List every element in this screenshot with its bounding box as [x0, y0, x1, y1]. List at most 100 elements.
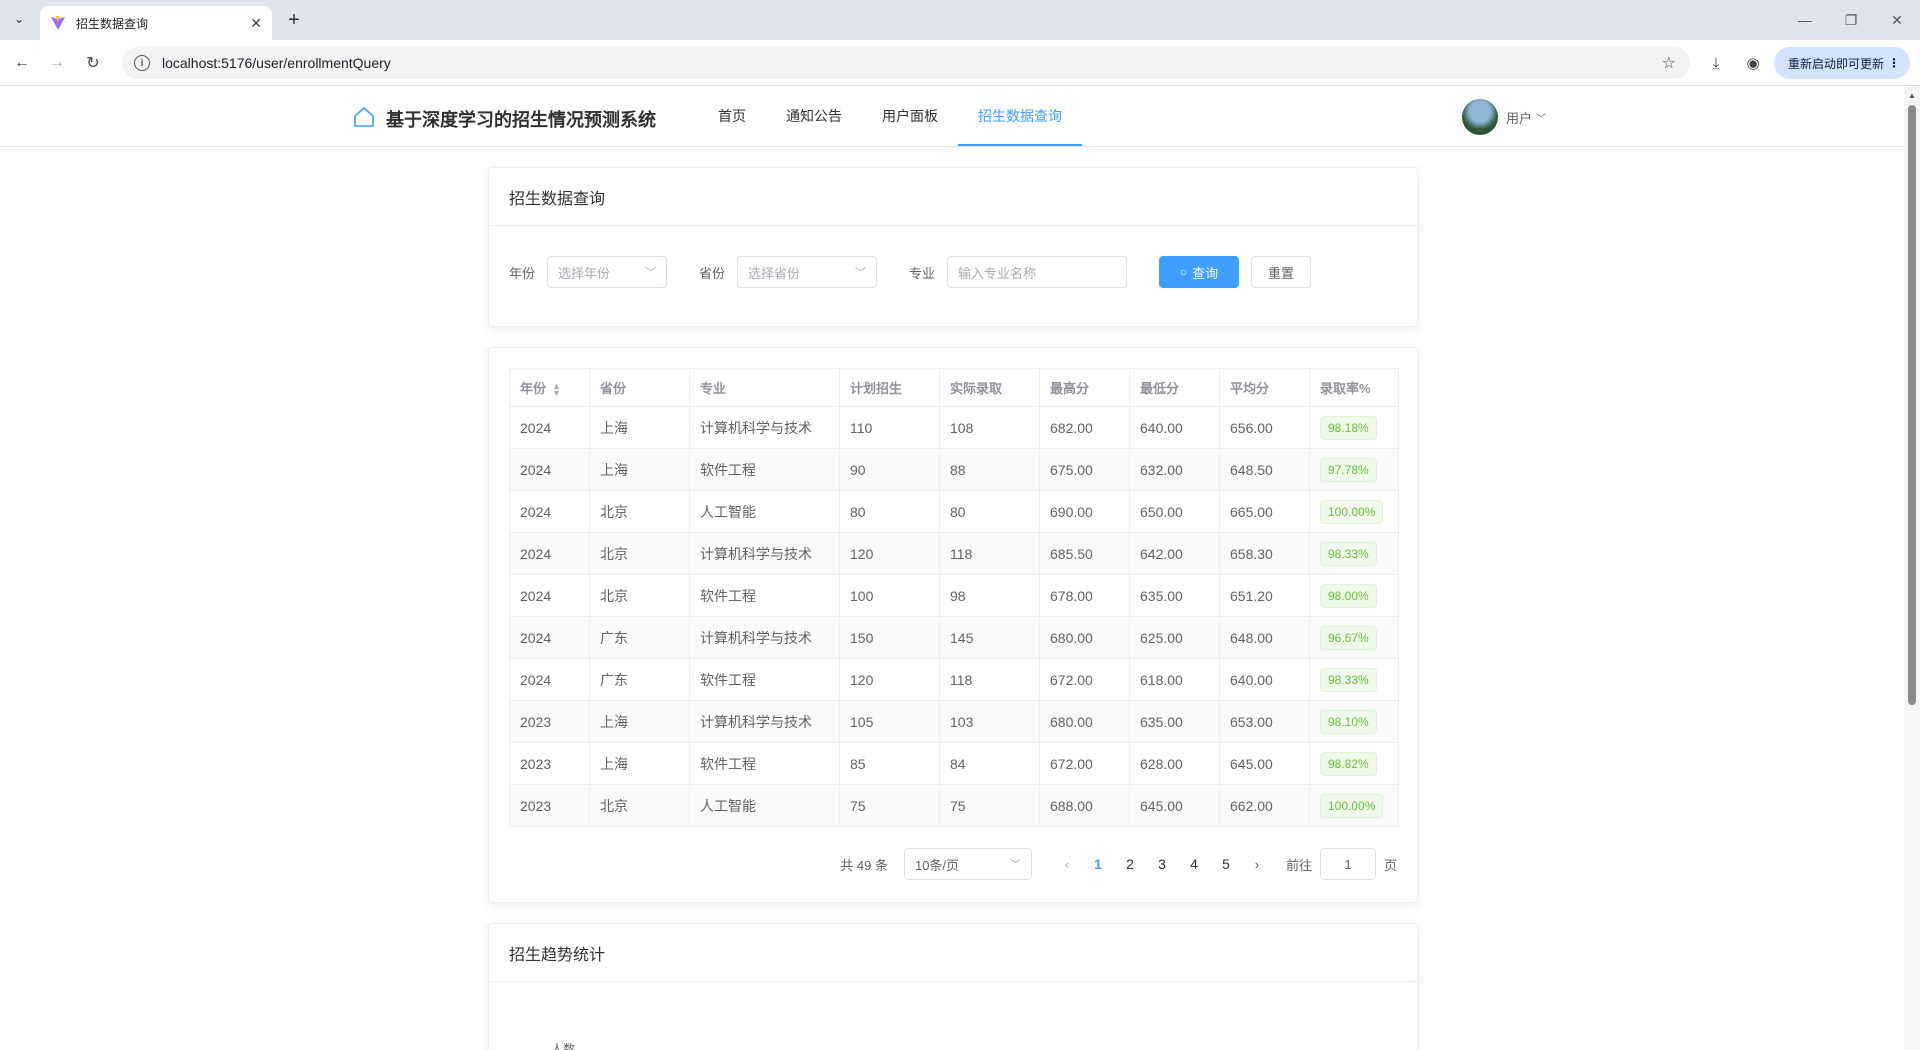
table-cell: 98.18%: [1309, 406, 1399, 449]
download-icon[interactable]: ⤓: [1705, 52, 1727, 74]
url-field[interactable]: i localhost:5176/user/enrollmentQuery ☆: [122, 47, 1690, 79]
admit-rate-tag: 98.82%: [1320, 751, 1377, 776]
table-cell: 118: [939, 658, 1040, 701]
table-row: 2023 北京 人工智能 75 75 688.00 645.00 662.00 100.00%: [509, 784, 1399, 827]
next-page-icon[interactable]: ›: [1242, 857, 1272, 872]
page-size-select[interactable]: 10条/页 ﹀: [903, 848, 1032, 880]
table-row: 2024 广东 软件工程 120 118 672.00 618.00 640.00 98.33%: [509, 658, 1399, 701]
year-label: 年份: [509, 265, 536, 281]
table-row: 2024 上海 软件工程 90 88 675.00 632.00 648.50 97.78%: [509, 448, 1399, 491]
table-cell: 2023: [509, 742, 590, 785]
avatar[interactable]: [1462, 99, 1498, 135]
nav-enrollment-query[interactable]: 招生数据查询: [958, 87, 1082, 146]
page-5[interactable]: 5: [1210, 856, 1242, 872]
table-cell: 100: [839, 574, 940, 617]
table-cell: 118: [939, 532, 1040, 575]
province-select[interactable]: 选择省份 ﹀: [737, 256, 878, 288]
tab-close-icon[interactable]: ✕: [250, 15, 262, 32]
page-2[interactable]: 2: [1114, 856, 1146, 872]
tab-search-icon[interactable]: ⌄: [6, 6, 32, 32]
col-year[interactable]: 年份 ▲ ▼: [509, 368, 590, 407]
major-input[interactable]: 输入专业名称: [947, 256, 1128, 288]
table-cell: 150: [839, 616, 940, 659]
back-icon[interactable]: ←: [10, 51, 34, 75]
table-cell: 635.00: [1129, 574, 1220, 617]
enrollment-table: 年份 ▲ ▼ 省份 专业 计划招生 实际录取 最高分 最低分 平均分 录取率% 20…: [509, 368, 1399, 827]
table-cell: 上海: [589, 742, 690, 785]
nav-notices[interactable]: 通知公告: [766, 87, 862, 146]
tab-title: 招生数据查询: [76, 16, 149, 31]
table-cell: 100.00%: [1309, 784, 1399, 827]
reset-button[interactable]: 重置: [1251, 256, 1312, 288]
table-cell: 2024: [509, 574, 590, 617]
col-planned: 计划招生: [839, 368, 940, 407]
admit-rate-tag: 100.00%: [1320, 793, 1384, 818]
search-icon: ○: [1179, 265, 1188, 279]
table-row: 2024 北京 软件工程 100 98 678.00 635.00 651.20 98.00%: [509, 574, 1399, 617]
table-cell: 90: [839, 448, 940, 491]
nav-user-panel[interactable]: 用户面板: [862, 87, 958, 146]
sort-icon[interactable]: ▲ ▼: [552, 381, 561, 397]
table-cell: 648.50: [1219, 448, 1310, 491]
col-avg-score: 平均分: [1219, 368, 1310, 407]
table-cell: 软件工程: [689, 574, 840, 617]
prev-page-icon[interactable]: ‹: [1052, 857, 1082, 872]
table-cell: 675.00: [1039, 448, 1130, 491]
forward-icon[interactable]: →: [45, 51, 69, 75]
window-close-icon[interactable]: ✕: [1874, 0, 1920, 40]
user-name: 用户: [1506, 110, 1533, 126]
table-cell: 648.00: [1219, 616, 1310, 659]
bookmark-star-icon[interactable]: ☆: [1662, 53, 1676, 73]
admit-rate-tag: 98.00%: [1320, 583, 1377, 608]
year-select[interactable]: 选择年份 ﹀: [547, 256, 668, 288]
update-button[interactable]: 重新启动即可更新 ⋮: [1774, 47, 1910, 79]
chevron-down-icon: ﹀: [855, 267, 867, 279]
table-cell: 2024: [509, 490, 590, 533]
major-placeholder: 输入专业名称: [958, 265, 1037, 281]
page-3[interactable]: 3: [1146, 856, 1178, 872]
table-cell: 628.00: [1129, 742, 1220, 785]
table-cell: 97.78%: [1309, 448, 1399, 491]
nav-home[interactable]: 首页: [698, 87, 766, 146]
page-suffix: 页: [1383, 857, 1397, 873]
table-cell: 98.10%: [1309, 700, 1399, 743]
goto-label: 前往: [1285, 857, 1312, 873]
admit-rate-tag: 98.33%: [1320, 667, 1377, 692]
table-body: 2024 上海 计算机科学与技术 110 108 682.00 640.00 656.00 98…: [509, 406, 1399, 827]
table-row: 2024 广东 计算机科学与技术 150 145 680.00 625.00 648.00 96…: [509, 616, 1399, 659]
table-cell: 103: [939, 700, 1040, 743]
restore-icon[interactable]: ❐: [1828, 0, 1874, 40]
page-1[interactable]: 1: [1082, 856, 1114, 872]
table-row: 2024 上海 计算机科学与技术 110 108 682.00 640.00 656.00 98…: [509, 406, 1399, 449]
scroll-thumb[interactable]: [1908, 105, 1916, 705]
table-cell: 672.00: [1039, 658, 1130, 701]
profile-icon[interactable]: ◉: [1742, 52, 1764, 74]
chevron-down-icon: ﹀: [1536, 113, 1547, 125]
col-admit-rate: 录取率%: [1309, 368, 1399, 407]
page-4[interactable]: 4: [1178, 856, 1210, 872]
goto-page-input[interactable]: 1: [1319, 848, 1376, 880]
table-cell: 2023: [509, 784, 590, 827]
minimize-icon[interactable]: —: [1782, 0, 1828, 40]
table-cell: 85: [839, 742, 940, 785]
table-cell: 80: [939, 490, 1040, 533]
table-cell: 2023: [509, 700, 590, 743]
table-cell: 120: [839, 532, 940, 575]
url-text: localhost:5176/user/enrollmentQuery: [162, 55, 391, 71]
year-placeholder: 选择年份: [558, 265, 611, 281]
address-bar: ← → ↻ i localhost:5176/user/enrollmentQu…: [0, 40, 1920, 86]
page-scrollbar[interactable]: ▲: [1904, 87, 1920, 1050]
home-icon[interactable]: [352, 105, 376, 129]
browser-tab[interactable]: 招生数据查询 ✕: [40, 6, 272, 40]
search-button[interactable]: ○ 查询: [1159, 256, 1240, 288]
scroll-up-icon[interactable]: ▲: [1908, 91, 1916, 100]
table-cell: 96.67%: [1309, 616, 1399, 659]
table-cell: 642.00: [1129, 532, 1220, 575]
new-tab-icon[interactable]: +: [282, 8, 306, 32]
reload-icon[interactable]: ↻: [81, 51, 105, 75]
trend-card-title: 招生趋势统计: [489, 924, 1417, 982]
user-dropdown[interactable]: 用户 ﹀: [1462, 99, 1546, 135]
table-cell: 98.33%: [1309, 658, 1399, 701]
site-info-icon[interactable]: i: [134, 55, 150, 71]
table-cell: 软件工程: [689, 658, 840, 701]
